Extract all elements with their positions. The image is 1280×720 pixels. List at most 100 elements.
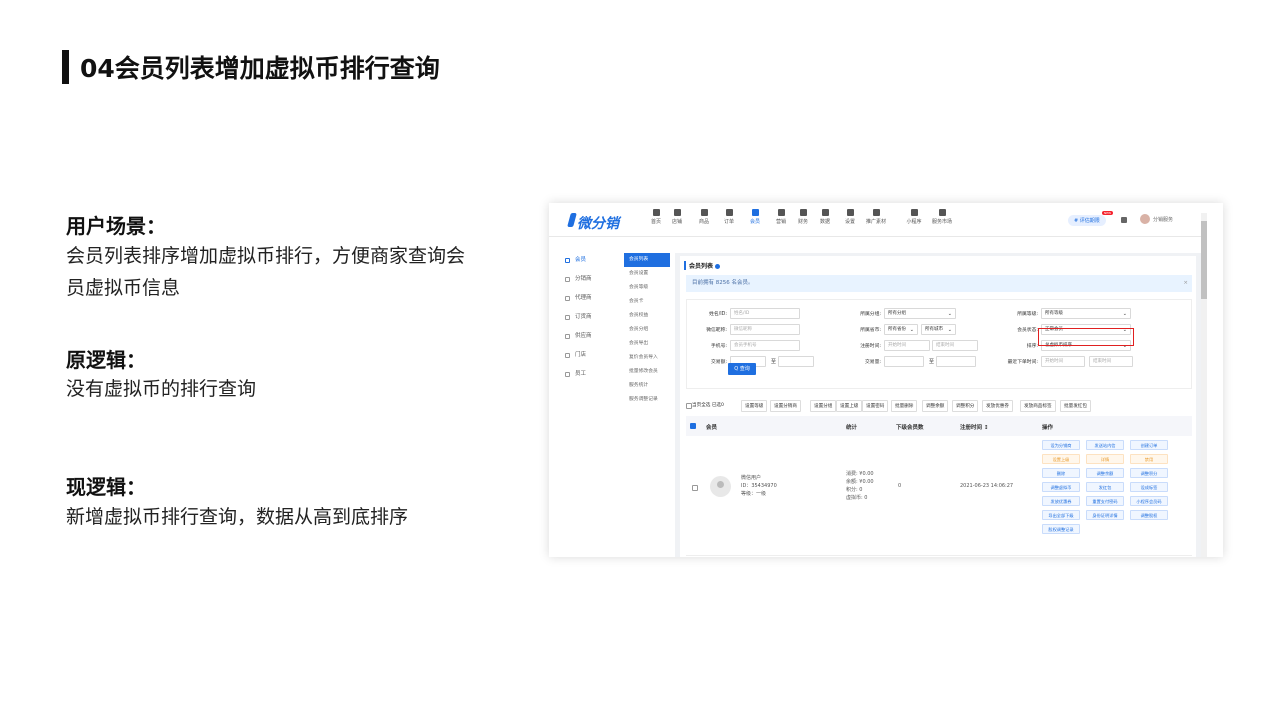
action-button-0[interactable]: 当页全选 已选0	[692, 400, 727, 410]
phone-input[interactable]: 会员手机号	[730, 340, 800, 351]
speaker-icon[interactable]	[1121, 217, 1127, 223]
sidebar-item-label: 门店	[575, 352, 587, 358]
sidebar-item-3[interactable]: 订货商	[561, 308, 623, 327]
row-checkbox[interactable]	[692, 485, 698, 491]
name-input[interactable]: 姓名/ID	[730, 308, 800, 319]
nav-item-4[interactable]: 会员	[745, 209, 765, 225]
op-button[interactable]: 发送站内信	[1086, 440, 1124, 450]
nav-icon	[821, 209, 829, 216]
op-button[interactable]: 调整积分	[1130, 468, 1168, 478]
action-button-4[interactable]: 设置上级	[836, 400, 863, 412]
avatar[interactable]	[1140, 214, 1150, 224]
op-button[interactable]: 调整股权	[1130, 510, 1168, 520]
op-button[interactable]: 股权调整记录	[1042, 524, 1080, 534]
sidebar-item-2[interactable]: 代理商	[561, 289, 623, 308]
sub-nav-item-10[interactable]: 服务调整记录	[624, 393, 670, 407]
sidebar-item-0[interactable]: 会员	[561, 251, 623, 270]
action-button-9[interactable]: 发放优惠券	[982, 400, 1013, 412]
action-button-7[interactable]: 调整余额	[922, 400, 949, 412]
sub-nav-item-3[interactable]: 会员卡	[624, 295, 670, 309]
op-button[interactable]: 禁用	[1130, 454, 1168, 464]
user-name[interactable]: 分销服务	[1153, 216, 1173, 223]
nav-label: 设置	[844, 219, 855, 225]
nav-item-11[interactable]: 服务市场	[932, 209, 952, 225]
sub-sidebar: 会员列表 会员设置 会员等级 会员卡 会员权益 会员分组 会员导出 复价会员导入 批量修改会员服…	[624, 253, 670, 407]
op-button[interactable]: 设为分销商	[1042, 440, 1080, 450]
member-name[interactable]: 微信用户	[741, 474, 761, 482]
nav-item-10[interactable]: 小程序	[904, 209, 924, 225]
sub-nav-item-7[interactable]: 复价会员导入	[624, 351, 670, 365]
sub-nav-item-5[interactable]: 会员分组	[624, 323, 670, 337]
page-select-checkbox[interactable]	[686, 403, 692, 409]
action-button-8[interactable]: 调整积分	[952, 400, 979, 412]
sidebar-item-label: 员工	[575, 371, 587, 377]
sidebar-icon	[565, 334, 570, 339]
tradecount-min-input[interactable]	[884, 356, 924, 367]
nick-input[interactable]: 微信昵称	[730, 324, 800, 335]
nav-item-6[interactable]: 财务	[793, 209, 813, 225]
nav-item-5[interactable]: 营销	[771, 209, 791, 225]
action-button-10[interactable]: 发放商品标签	[1020, 400, 1056, 412]
op-button[interactable]: 创建订单	[1130, 440, 1168, 450]
action-button-2[interactable]: 设置分销商	[770, 400, 801, 412]
regtime-end-input[interactable]: 结束时间	[932, 340, 978, 351]
op-button[interactable]: 发红包	[1086, 482, 1124, 492]
op-button[interactable]: 调整余额	[1086, 468, 1124, 478]
nav-item-9[interactable]: 推广素材	[866, 209, 886, 225]
nav-item-2[interactable]: 商品	[694, 209, 714, 225]
op-button[interactable]: 删除	[1042, 468, 1080, 478]
select-all-checkbox[interactable]	[690, 423, 696, 429]
close-icon[interactable]: ×	[1183, 275, 1188, 292]
sidebar-item-4[interactable]: 供应商	[561, 327, 623, 346]
city-value: 所有城市	[925, 327, 943, 332]
sub-nav-item-9[interactable]: 服务统计	[624, 379, 670, 393]
trade-max-input[interactable]	[778, 356, 814, 367]
city-select[interactable]: 所有城市 ⌄	[921, 324, 956, 335]
sidebar-item-6[interactable]: 员工	[561, 365, 623, 384]
nav-icon	[910, 209, 918, 216]
nav-item-0[interactable]: 首页	[646, 209, 666, 225]
action-button-5[interactable]: 设置密码	[862, 400, 889, 412]
action-button-3[interactable]: 设置分组	[810, 400, 837, 412]
nav-item-1[interactable]: 店铺	[667, 209, 687, 225]
action-button-11[interactable]: 批量发红包	[1060, 400, 1091, 412]
op-button[interactable]: 调整虚拟币	[1042, 482, 1080, 492]
help-icon[interactable]	[715, 264, 721, 269]
sidebar-item-label: 订货商	[575, 314, 592, 320]
op-button[interactable]: 导出全部下级	[1042, 510, 1080, 520]
member-avatar	[710, 476, 731, 497]
group-select[interactable]: 所有分组 ⌄	[884, 308, 956, 319]
op-button[interactable]: 小程序会员码	[1130, 496, 1168, 506]
nav-item-7[interactable]: 数据	[815, 209, 835, 225]
action-button-1[interactable]: 设置等级	[741, 400, 768, 412]
op-button[interactable]: 身份证明详情	[1086, 510, 1124, 520]
nav-item-8[interactable]: 设置	[840, 209, 860, 225]
op-button[interactable]: 设置上级	[1042, 454, 1080, 464]
sub-nav-item-4[interactable]: 会员权益	[624, 309, 670, 323]
col-regtime[interactable]: 注册时间 ↕	[960, 423, 989, 431]
sub-nav-item-0[interactable]: 会员列表	[624, 253, 670, 267]
op-button[interactable]: 详情	[1086, 454, 1124, 464]
sub-nav-item-8[interactable]: 批量修改会员	[624, 365, 670, 379]
level-select[interactable]: 所有等级 ⌄	[1041, 308, 1131, 319]
trial-badge[interactable]: # 评估期限	[1068, 215, 1106, 226]
scrollbar-thumb[interactable]	[1201, 221, 1207, 299]
sidebar-item-1[interactable]: 分销商	[561, 270, 623, 289]
sidebar-item-5[interactable]: 门店	[561, 346, 623, 365]
op-button[interactable]: 重置支付密码	[1086, 496, 1124, 506]
search-button[interactable]: Q 查询	[728, 363, 756, 375]
member-level: 等级：一级	[741, 491, 767, 497]
province-select[interactable]: 所有省份 ⌄	[884, 324, 918, 335]
tradecount-max-input[interactable]	[936, 356, 976, 367]
regtime-start-input[interactable]: 开始时间	[884, 340, 930, 351]
sub-nav-item-1[interactable]: 会员设置	[624, 267, 670, 281]
op-button[interactable]: 设成标签	[1130, 482, 1168, 492]
sub-nav-item-2[interactable]: 会员等级	[624, 281, 670, 295]
op-button[interactable]: 发放优惠券	[1042, 496, 1080, 506]
sub-nav-item-6[interactable]: 会员导出	[624, 337, 670, 351]
nav-item-3[interactable]: 订单	[719, 209, 739, 225]
lastorder-end-input[interactable]: 结束时间	[1089, 356, 1133, 367]
stat-coins: 虚拟币: 0	[846, 495, 868, 501]
action-button-6[interactable]: 批量删除	[891, 400, 918, 412]
lastorder-start-input[interactable]: 开始时间	[1041, 356, 1085, 367]
